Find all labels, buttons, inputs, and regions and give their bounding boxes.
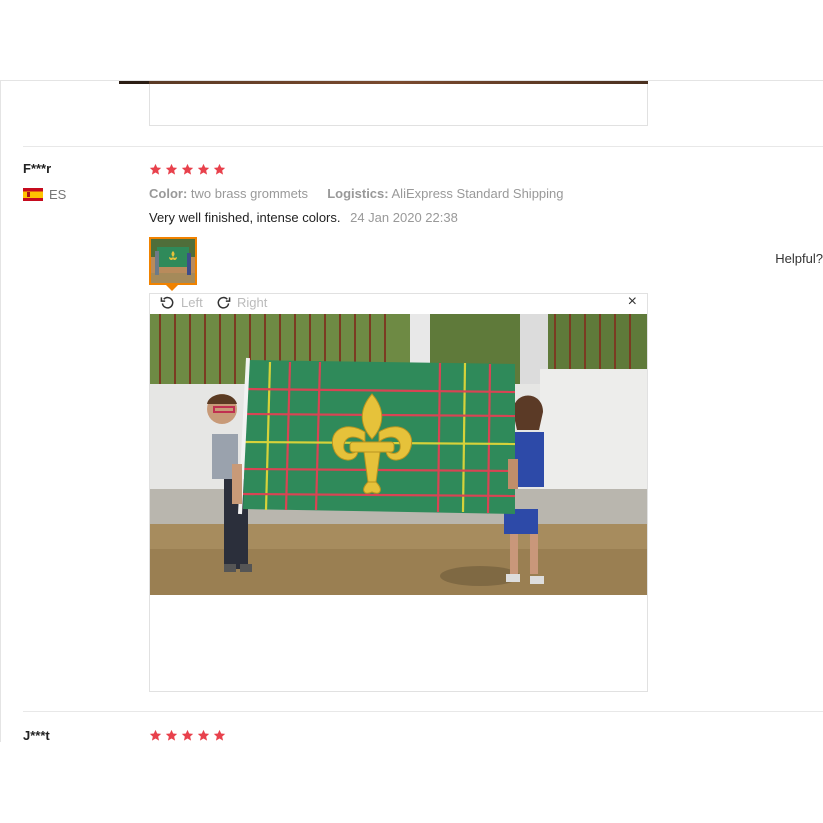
star-icon (213, 163, 226, 176)
rotate-left-label: Left (181, 295, 203, 310)
rotate-right-label: Right (237, 295, 268, 310)
previous-review-viewer (149, 84, 648, 126)
color-value: two brass grommets (190, 186, 308, 201)
logistics-value: AliExpress Standard Shipping (391, 186, 564, 201)
star-icon (181, 163, 194, 176)
review-photo-thumbnail[interactable] (149, 237, 197, 285)
star-icon (165, 729, 178, 742)
star-icon (213, 729, 226, 742)
logistics-label: Logistics: (327, 186, 389, 201)
reviewer-name: J***t (23, 728, 50, 742)
close-viewer-button[interactable]: × (628, 293, 637, 311)
review-photo (150, 314, 647, 595)
color-label: Color: (149, 186, 188, 201)
star-icon (165, 163, 178, 176)
rotate-right-icon (217, 296, 231, 309)
star-icon (149, 729, 162, 742)
helpful-button[interactable]: Helpful? (775, 251, 823, 266)
star-rating (149, 163, 226, 176)
order-info: Color: two brass grommets Logistics: Ali… (149, 186, 564, 201)
star-rating (149, 729, 226, 742)
reviewer-country: ES (23, 187, 66, 202)
review-date: 24 Jan 2020 22:38 (350, 210, 458, 225)
photo-viewer: Left Right × (149, 293, 648, 692)
viewer-toolbar: Left Right × (150, 293, 647, 314)
star-icon (149, 163, 162, 176)
review-content: Very well finished, intense colors. 24 J… (149, 210, 458, 225)
country-code: ES (49, 187, 67, 202)
reviews-panel: F***r ES Color: two brass grommets Logis… (0, 80, 823, 742)
thumbnail-photo (151, 239, 195, 283)
review-divider (23, 711, 823, 712)
star-icon (181, 729, 194, 742)
thumbnail-pointer (166, 285, 178, 291)
review-divider (23, 146, 823, 147)
rotate-left-icon (160, 296, 174, 309)
reviewer-name: F***r (23, 161, 52, 176)
rotate-right-button[interactable]: Right (216, 295, 267, 310)
star-icon (197, 163, 210, 176)
star-icon (197, 729, 210, 742)
spain-flag-icon (23, 188, 43, 201)
review-text: Very well finished, intense colors. (149, 210, 341, 225)
rotate-left-button[interactable]: Left (160, 295, 203, 310)
